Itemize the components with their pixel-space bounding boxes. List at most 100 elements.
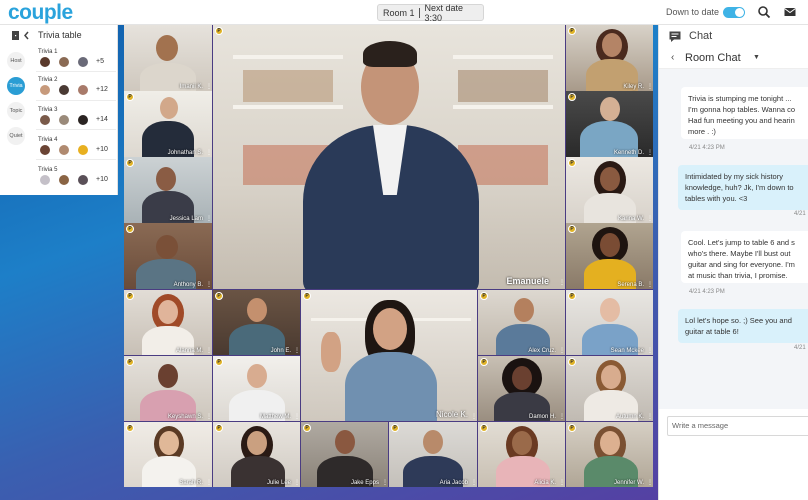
points-badge: P [480,424,488,432]
video-tile[interactable]: P Anthony B. ⋮ [124,223,212,289]
points-badge: P [568,93,576,101]
app-logo[interactable]: couple [8,0,73,25]
video-tile[interactable]: P Nicole K. ⋮ [301,290,477,421]
points-badge: P [568,225,576,233]
category-host-button[interactable]: Host [7,52,25,70]
room-indicator[interactable]: Room 1 Next date 3:30 [377,3,484,23]
participant-name: Alicia K. [534,480,556,486]
more-options-icon[interactable]: ⋮ [559,480,565,486]
participant-name: Karina W. [617,216,644,222]
more-options-icon[interactable]: ⋮ [206,150,212,156]
more-options-icon[interactable]: ⋮ [559,348,565,354]
trivia-table-5[interactable]: Trivia 5 +10 [38,167,114,186]
chat-header: Chat [659,25,808,47]
video-tile[interactable]: P Damon H. ⋮ [478,356,565,421]
points-badge: P [126,225,134,233]
participant-name: Johnathan S. [167,150,203,156]
trivia-table-2[interactable]: Trivia 2 +12 [38,77,114,96]
video-tile[interactable]: P Autumn K. ⋮ [566,356,653,421]
chevron-left-icon[interactable]: ‹ [671,52,674,63]
down-to-date-label: Down to date [666,7,720,17]
video-tile[interactable]: Imanii K. ⋮ [124,25,212,91]
avatar [77,56,89,68]
video-tile[interactable]: P Sean Mckee ⋮ [566,290,653,355]
more-options-icon[interactable]: ⋮ [647,348,653,354]
chevron-left-icon[interactable] [23,31,30,40]
trivia-table-1[interactable]: Trivia 1 +5 [38,49,114,68]
more-options-icon[interactable]: ⋮ [294,414,300,420]
video-tile[interactable]: P Karina W. ⋮ [566,157,653,223]
more-options-icon[interactable]: ⋮ [471,480,477,486]
category-quiet-button[interactable]: Quiet [7,127,25,145]
participant-name: Alanna M. [175,348,203,354]
more-options-icon[interactable]: ⋮ [647,150,653,156]
trivia-table-3[interactable]: Trivia 3 +14 [38,107,114,126]
more-options-icon[interactable]: ⋮ [559,414,565,420]
trivia-table-4[interactable]: Trivia 4 +10 [38,137,114,156]
participant-name: Kenneth D. [613,150,644,156]
avatar [39,174,51,186]
table-avatars: +10 [39,144,114,156]
more-count: +14 [96,116,108,123]
video-tile[interactable]: P Jessica Lam ⋮ [124,157,212,223]
down-to-date-toggle[interactable] [723,7,745,18]
more-options-icon[interactable]: ⋮ [206,480,212,486]
search-icon[interactable] [757,5,771,19]
chat-title: Chat [689,30,713,42]
category-trivia-button[interactable]: Trivia [7,77,25,95]
points-badge: P [303,424,311,432]
chevron-down-icon[interactable]: ▼ [753,54,760,61]
video-tile[interactable]: P Kenneth D. ⋮ [566,91,653,157]
more-options-icon[interactable]: ⋮ [206,414,212,420]
video-tile[interactable]: P Jennifer W. ⋮ [566,422,653,487]
table-label: Trivia 4 [38,137,58,143]
participant-name: Jake Epps [350,480,379,486]
mail-icon[interactable] [783,5,797,19]
participant-name: Sarah R. [179,480,203,486]
table-avatars: +12 [39,84,114,96]
video-tile[interactable]: P Johnathan S. ⋮ [124,91,212,157]
more-options-icon[interactable]: ⋮ [559,280,565,286]
points-badge: P [215,27,223,35]
message-timestamp: 4/21 4:23 PM [689,289,725,295]
more-count: +10 [96,176,108,183]
video-tile[interactable]: P Alex Cruz. ⋮ [478,290,565,355]
video-tile[interactable]: P Alicia K. ⋮ [478,422,565,487]
more-options-icon[interactable]: ⋮ [647,480,653,486]
participant-name: Jennifer W. [613,480,644,486]
video-tile[interactable]: P Alanna M. ⋮ [124,290,212,355]
video-tile[interactable]: P Serena B. ⋮ [566,223,653,289]
more-options-icon[interactable]: ⋮ [206,282,212,288]
video-tile[interactable]: P Sarah R. ⋮ [124,422,212,487]
active-speaker-tile[interactable]: P Emanuele ⋮ [213,25,565,289]
trivia-panel: Trivia table Host Trivia Topic Quiet Tri… [0,25,118,195]
more-options-icon[interactable]: ⋮ [471,414,477,420]
message-input[interactable]: Write a message [667,416,808,436]
more-options-icon[interactable]: ⋮ [206,216,212,222]
participant-name: Keyshawn S. [167,414,203,420]
points-badge: P [568,292,576,300]
table-avatars: +14 [39,114,114,126]
more-options-icon[interactable]: ⋮ [647,282,653,288]
more-options-icon[interactable]: ⋮ [647,414,653,420]
chat-room-selector[interactable]: ‹ Room Chat ▼ [659,47,808,69]
more-options-icon[interactable]: ⋮ [294,480,300,486]
points-badge: P [568,358,576,366]
video-tile[interactable]: P Matthew M. ⋮ [213,356,300,421]
video-tile[interactable]: P Jake Epps ⋮ [301,422,388,487]
more-options-icon[interactable]: ⋮ [294,348,300,354]
more-options-icon[interactable]: ⋮ [382,480,388,486]
more-options-icon[interactable]: ⋮ [206,348,212,354]
video-tile[interactable]: P Aria Jacob ⋮ [389,422,477,487]
more-options-icon[interactable]: ⋮ [647,216,653,222]
category-topic-button[interactable]: Topic [7,102,25,120]
video-tile[interactable]: P Julie Lee ⋮ [213,422,300,487]
video-tile[interactable]: P Keyshawn S. ⋮ [124,356,212,421]
door-icon[interactable] [11,30,21,41]
video-tile[interactable]: P Kiley R. ⋮ [566,25,653,91]
top-bar: couple Room 1 Next date 3:30 Down to dat… [0,0,808,25]
participant-name: Matthew M. [259,414,291,420]
more-options-icon[interactable]: ⋮ [647,84,653,90]
more-options-icon[interactable]: ⋮ [206,84,212,90]
video-tile[interactable]: P John E. ⋮ [213,290,300,355]
